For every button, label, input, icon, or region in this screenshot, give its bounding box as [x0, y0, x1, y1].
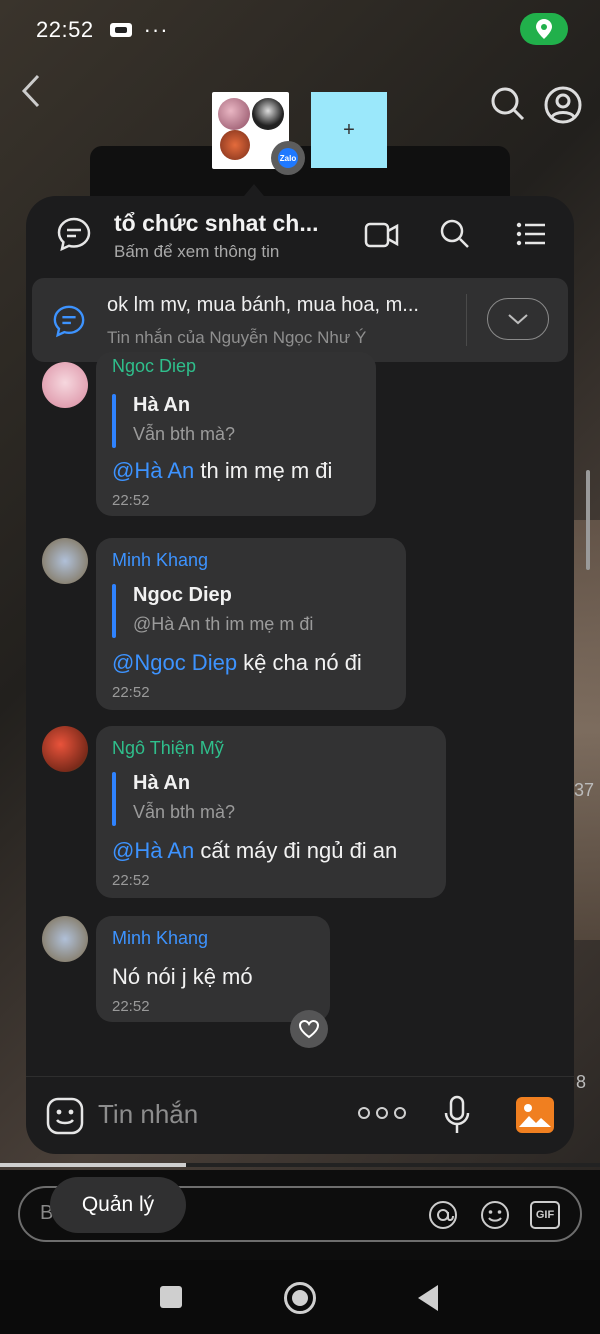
home-icon[interactable] [284, 1282, 316, 1314]
sender-name: Minh Khang [112, 550, 209, 570]
quote-text: @Hà An th im mẹ m đi [133, 614, 314, 634]
side-share-count: 8 [576, 1072, 587, 1092]
status-bar: 22:52 ··· [0, 0, 600, 60]
emoji-icon[interactable] [46, 1097, 84, 1140]
message-time: 22:52 [112, 872, 150, 889]
quote-sender: Hà An [133, 394, 191, 416]
menu-icon[interactable] [516, 222, 546, 251]
status-time: 22:52 [36, 17, 94, 42]
mention-icon[interactable] [428, 1200, 458, 1235]
group-avatar[interactable]: Zalo [212, 92, 305, 175]
message-input-bar: Tin nhắn [26, 1076, 574, 1154]
chat-bubble-panel: tổ chức snhat ch... Bấm để xem thông tin… [26, 196, 574, 1154]
scrollbar[interactable] [586, 470, 590, 570]
message-input[interactable]: Tin nhắn [98, 1099, 198, 1130]
add-chat-button[interactable]: + [311, 92, 387, 168]
chat-title: tổ chức snhat ch... [114, 210, 319, 236]
message-text: @Ngoc Diep kệ cha nó đi [112, 650, 362, 675]
pinned-message[interactable]: ok lm mv, mua bánh, mua hoa, m... Tin nh… [32, 278, 568, 362]
quote-sender: Hà An [133, 772, 191, 794]
message-text: Nó nói j kệ mó [112, 964, 253, 989]
message-text: @Hà An cất máy đi ngủ đi an [112, 838, 398, 863]
quote-bar [112, 584, 116, 638]
pinned-chat-icon [52, 304, 86, 343]
gif-icon[interactable]: GIF [530, 1201, 560, 1229]
message-bubble[interactable]: Ngoc Diep Hà An Vẫn bth mà? @Hà An th im… [96, 352, 376, 516]
chat-icon [56, 216, 92, 257]
quote-bar [112, 394, 116, 448]
message-time: 22:52 [112, 492, 150, 509]
quote-sender: Ngoc Diep [133, 584, 232, 606]
sender-name: Minh Khang [112, 928, 209, 948]
popup-pointer [244, 184, 264, 196]
recents-icon[interactable] [160, 1286, 182, 1308]
message-time: 22:52 [112, 998, 150, 1015]
chat-search-icon[interactable] [439, 218, 471, 255]
sender-name: Ngô Thiện Mỹ [112, 738, 224, 758]
manage-toast: Quản lý [50, 1177, 186, 1233]
mention[interactable]: @Ngoc Diep [112, 650, 237, 675]
divider [466, 294, 467, 346]
quote-bar [112, 772, 116, 826]
avatar[interactable] [42, 362, 88, 408]
back-icon[interactable] [20, 74, 42, 117]
mic-icon[interactable] [444, 1095, 470, 1140]
status-more-icon: ··· [143, 17, 169, 42]
pinned-text: ok lm mv, mua bánh, mua hoa, m... [107, 294, 419, 316]
nav-back-icon[interactable] [418, 1285, 438, 1311]
message-text: @Hà An th im mẹ m đi [112, 458, 333, 483]
chat-header[interactable]: tổ chức snhat ch... Bấm để xem thông tin [26, 196, 574, 274]
user-icon[interactable] [544, 86, 582, 129]
chat-head-strip: Zalo + [212, 92, 387, 175]
video-call-icon[interactable] [364, 220, 400, 255]
comment-emoji-icon[interactable] [480, 1200, 510, 1235]
chevron-down-icon[interactable] [487, 298, 549, 340]
tv-icon [109, 23, 132, 37]
side-like-count: 37 [574, 780, 595, 800]
mention[interactable]: @Hà An [112, 458, 194, 483]
mention[interactable]: @Hà An [112, 838, 194, 863]
zalo-badge-icon: Zalo [271, 141, 305, 175]
chat-subtitle: Bấm để xem thông tin [114, 242, 280, 261]
heart-icon[interactable] [290, 1010, 328, 1048]
avatar[interactable] [42, 726, 88, 772]
system-nav-bar [0, 1260, 600, 1334]
message-time: 22:52 [112, 684, 150, 701]
message-bubble[interactable]: Minh Khang Nó nói j kệ mó 22:52 [96, 916, 330, 1022]
video-progress[interactable] [0, 1163, 600, 1167]
progress-fill [0, 1163, 186, 1167]
more-icon[interactable] [358, 1107, 406, 1119]
image-icon[interactable] [516, 1097, 554, 1133]
avatar[interactable] [42, 916, 88, 962]
message-bubble[interactable]: Minh Khang Ngoc Diep @Hà An th im mẹ m đ… [96, 538, 406, 710]
pinned-sender: Tin nhắn của Nguyễn Ngọc Như Ý [107, 328, 367, 347]
quote-text: Vẫn bth mà? [133, 424, 236, 444]
location-icon[interactable] [520, 13, 568, 45]
quote-text: Vẫn bth mà? [133, 802, 236, 822]
sender-name: Ngoc Diep [112, 356, 197, 376]
avatar[interactable] [42, 538, 88, 584]
search-icon[interactable] [490, 86, 526, 127]
message-bubble[interactable]: Ngô Thiện Mỹ Hà An Vẫn bth mà? @Hà An cấ… [96, 726, 446, 898]
